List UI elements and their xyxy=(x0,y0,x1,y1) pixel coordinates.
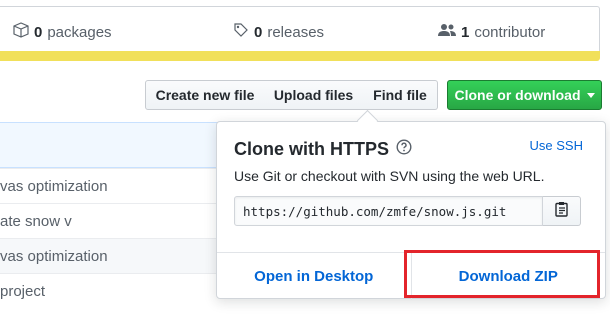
copy-url-button[interactable] xyxy=(543,196,581,226)
packages-label: packages xyxy=(47,23,112,41)
clone-button-label: Clone or download xyxy=(454,87,581,103)
commit-message[interactable]: vas optimization xyxy=(0,248,108,265)
commit-message[interactable]: ate snow v xyxy=(0,213,72,230)
clone-title-text: Clone with HTTPS xyxy=(234,139,389,159)
contributors-label: contributor xyxy=(474,23,546,41)
packages-link[interactable]: 0 packages xyxy=(13,22,112,42)
download-zip-button[interactable]: Download ZIP xyxy=(412,253,606,300)
clone-dropdown: Clone with HTTPS Use SSH Use Git or chec… xyxy=(216,121,606,300)
clone-or-download-button[interactable]: Clone or download xyxy=(447,80,602,110)
packages-count: 0 xyxy=(34,23,43,41)
use-ssh-link[interactable]: Use SSH xyxy=(530,138,583,153)
releases-count: 0 xyxy=(254,23,263,41)
clipboard-icon xyxy=(554,201,569,222)
releases-link[interactable]: 0 releases xyxy=(233,22,324,42)
open-in-desktop-button[interactable]: Open in Desktop xyxy=(217,253,412,300)
find-file-button[interactable]: Find file xyxy=(363,80,438,110)
clone-title: Clone with HTTPS xyxy=(234,139,412,160)
file-row[interactable]: ate snow v xyxy=(0,203,220,238)
numbers-summary: 0 packages 0 releases 1 contributor xyxy=(0,6,600,51)
clone-description: Use Git or checkout with SVN using the w… xyxy=(234,168,545,184)
file-row[interactable]: vas optimization xyxy=(0,238,220,273)
upload-files-button[interactable]: Upload files xyxy=(264,80,364,110)
commit-message[interactable]: project xyxy=(0,283,45,300)
file-row[interactable]: project xyxy=(0,273,220,308)
question-icon[interactable] xyxy=(396,139,412,160)
people-icon xyxy=(438,22,456,42)
caret-down-icon xyxy=(586,92,595,98)
commit-message[interactable]: vas optimization xyxy=(0,178,108,195)
contributors-link[interactable]: 1 contributor xyxy=(438,22,545,42)
file-row[interactable]: vas optimization xyxy=(0,168,220,203)
clone-url-group xyxy=(234,196,581,226)
clone-dropdown-footer: Open in Desktop Download ZIP xyxy=(217,252,605,300)
releases-label: releases xyxy=(267,23,325,41)
create-new-file-button[interactable]: Create new file xyxy=(145,80,265,110)
contributors-count: 1 xyxy=(461,23,470,41)
tag-icon xyxy=(233,22,249,42)
clone-url-field[interactable] xyxy=(234,196,543,226)
commit-tease xyxy=(0,122,220,168)
package-icon xyxy=(13,22,29,42)
file-list: vas optimization ate snow v vas optimiza… xyxy=(0,122,220,308)
language-bar[interactable] xyxy=(0,51,600,61)
